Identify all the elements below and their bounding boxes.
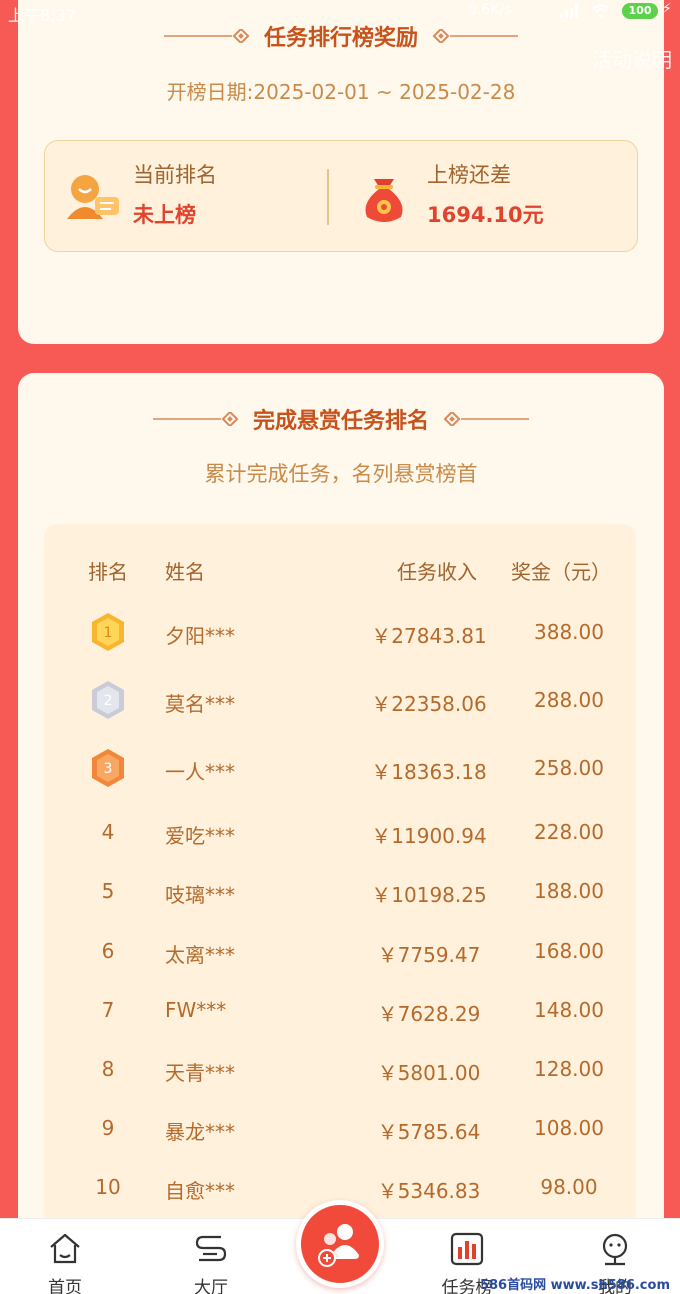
title-ornament-left-icon (152, 412, 239, 426)
current-rank-value: 未上榜 (133, 203, 196, 227)
row-income: ￥18363.18 (371, 760, 487, 784)
activity-rules-link[interactable]: 活动说明 (592, 44, 672, 73)
table-row: 2 莫名*** ￥22358.06 288.00 (44, 681, 636, 722)
status-bar: 上午8:37 0.6K/s 100 ⚡ (0, 0, 680, 26)
ranking-title-row: 完成悬赏任务排名 (18, 403, 664, 435)
tab-hall-label: 大厅 (194, 1278, 228, 1294)
silver-medal-icon: 2 (92, 681, 124, 719)
row-name: 天青*** (165, 1061, 235, 1085)
wifi-icon (592, 4, 610, 18)
home-icon (50, 1233, 80, 1264)
row-income: ￥7759.47 (377, 943, 481, 967)
row-name: 暴龙*** (165, 1120, 235, 1144)
header-bonus: 奖金（元） (511, 560, 611, 584)
row-bonus: 258.00 (534, 756, 604, 780)
gap-label: 上榜还差 (427, 163, 511, 187)
row-income: ￥27843.81 (371, 624, 487, 648)
ranking-title: 完成悬赏任务排名 (252, 409, 429, 434)
header-income: 任务收入 (397, 560, 477, 584)
table-row: 8 天青*** ￥5801.00 128.00 (44, 1051, 636, 1091)
row-bonus: 148.00 (534, 998, 604, 1022)
row-income: ￥11900.94 (371, 824, 487, 848)
title-ornament-right-icon (432, 29, 518, 43)
table-row: 7 FW*** ￥7628.29 148.00 (44, 992, 636, 1032)
row-income: ￥5785.64 (377, 1120, 481, 1144)
row-rank: 9 (101, 1116, 115, 1140)
row-name: 爱吃*** (165, 824, 235, 848)
profile-icon (602, 1233, 628, 1266)
row-income: ￥7628.29 (377, 1002, 481, 1026)
row-income: ￥5801.00 (377, 1061, 481, 1085)
row-name: 夕阳*** (165, 624, 235, 648)
title-ornament-left-icon (163, 29, 250, 43)
table-row: 6 太离*** ￥7759.47 168.00 (44, 933, 636, 973)
row-rank: 10 (95, 1175, 121, 1199)
user-rank-icon (67, 175, 119, 219)
row-rank: 5 (101, 879, 115, 903)
tab-hall[interactable]: 大厅 (166, 1219, 256, 1294)
row-bonus: 228.00 (534, 820, 604, 844)
reward-title: 任务排行榜奖励 (263, 26, 418, 51)
row-name: 吱璃*** (165, 883, 235, 907)
money-bag-icon (365, 179, 403, 222)
table-row: 5 吱璃*** ￥10198.25 188.00 (44, 873, 636, 913)
gold-medal-icon: 1 (92, 613, 124, 651)
row-income: ￥10198.25 (371, 883, 487, 907)
battery-icon: 100 (622, 3, 658, 19)
row-bonus: 98.00 (540, 1175, 598, 1199)
row-name: 太离*** (165, 943, 235, 967)
reward-card: 任务排行榜奖励 开榜日期:2025-02-01 ~ 2025-02-28 当前排… (18, 0, 664, 344)
row-rank: 7 (101, 998, 115, 1022)
row-bonus: 168.00 (534, 939, 604, 963)
medal-rank: 2 (104, 693, 113, 709)
current-rank: 当前排名 未上榜 (133, 159, 217, 229)
row-bonus: 128.00 (534, 1057, 604, 1081)
row-rank: 6 (101, 939, 115, 963)
ranking-table: 排名 姓名 任务收入 奖金（元） 1 夕阳*** ￥27843.81 388.0… (44, 524, 636, 1284)
site-watermark: 586首码网 www.sh586.com (479, 1278, 670, 1293)
stat-divider (327, 169, 329, 225)
bronze-medal-icon: 3 (92, 749, 124, 787)
rank-status-box: 当前排名 未上榜 上榜还差 1694.10元 (44, 140, 638, 252)
header-rank: 排名 (88, 560, 128, 584)
row-name: 莫名*** (165, 692, 235, 716)
ranking-card: 完成悬赏任务排名 累计完成任务，名列悬赏榜首 排名 姓名 任务收入 奖金（元） … (18, 373, 664, 1284)
row-income: ￥22358.06 (371, 692, 487, 716)
publish-task-button[interactable] (296, 1200, 384, 1288)
status-time: 上午8:37 (8, 6, 76, 25)
title-ornament-right-icon (443, 412, 529, 426)
hall-icon (195, 1235, 227, 1262)
row-bonus: 108.00 (534, 1116, 604, 1140)
signal-icon (560, 4, 578, 18)
ranking-icon (450, 1232, 484, 1266)
table-row: 1 夕阳*** ￥27843.81 388.00 (44, 613, 636, 654)
row-bonus: 188.00 (534, 879, 604, 903)
row-name: FW*** (165, 998, 227, 1022)
tab-home-label: 首页 (48, 1278, 82, 1294)
publish-task-icon (318, 1224, 359, 1267)
current-rank-label: 当前排名 (133, 163, 217, 187)
table-row: 3 一人*** ￥18363.18 258.00 (44, 749, 636, 790)
table-row: 9 暴龙*** ￥5785.64 108.00 (44, 1110, 636, 1150)
row-income: ￥5346.83 (377, 1179, 481, 1203)
row-bonus: 388.00 (534, 620, 604, 644)
row-name: 自愈*** (165, 1179, 235, 1203)
row-rank: 4 (101, 820, 115, 844)
charging-icon: ⚡ (662, 1, 672, 17)
medal-rank: 3 (104, 761, 113, 777)
tab-home[interactable]: 首页 (20, 1219, 110, 1294)
gap-value: 1694.10元 (427, 203, 544, 227)
network-speed: 0.6K/s (468, 2, 512, 18)
gap-to-rank: 上榜还差 1694.10元 (427, 159, 544, 229)
row-rank: 8 (101, 1057, 115, 1081)
row-name: 一人*** (165, 760, 235, 784)
ranking-date-range: 开榜日期:2025-02-01 ~ 2025-02-28 (166, 80, 516, 104)
header-name: 姓名 (165, 560, 205, 584)
table-header: 排名 姓名 任务收入 奖金（元） (44, 550, 636, 590)
table-row: 4 爱吃*** ￥11900.94 228.00 (44, 814, 636, 854)
medal-rank: 1 (104, 625, 113, 641)
ranking-subtitle: 累计完成任务，名列悬赏榜首 (204, 462, 478, 486)
row-bonus: 288.00 (534, 688, 604, 712)
